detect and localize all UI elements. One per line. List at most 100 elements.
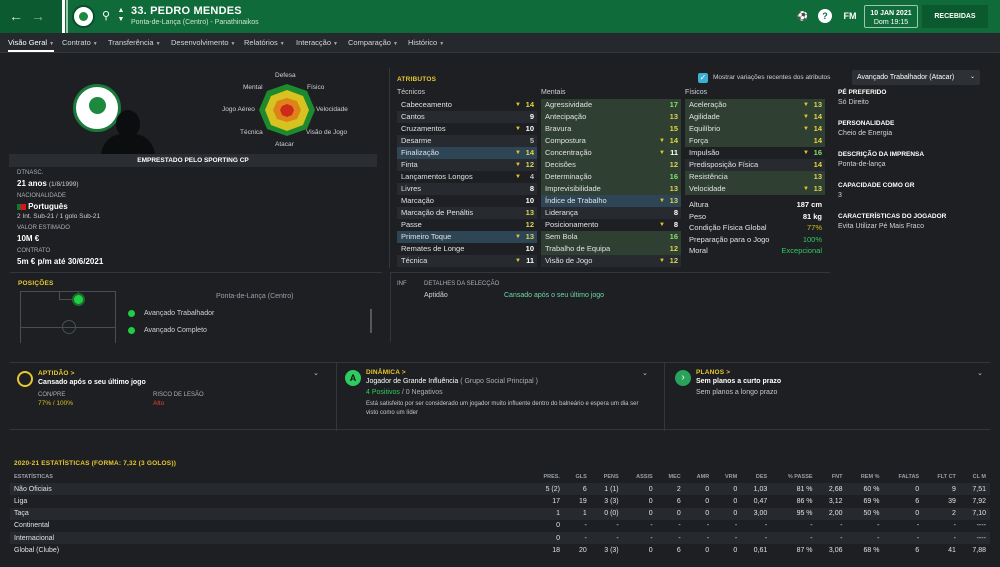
stats-column-header[interactable]: PENS xyxy=(591,471,623,483)
attribute-row[interactable]: Antecipação 13 xyxy=(541,111,681,123)
chevron-down-icon[interactable]: ⌄ xyxy=(642,369,648,377)
attribute-row[interactable]: Bravura 15 xyxy=(541,123,681,135)
role-name[interactable]: Avançado Trabalhador xyxy=(144,310,214,317)
attribute-row[interactable]: Passe 12 xyxy=(397,219,537,231)
stats-row[interactable]: Continental 0- - - - - - - - - - - - ---- xyxy=(10,520,990,532)
attribute-row[interactable]: Lançamentos Longos ▼ 4 xyxy=(397,171,537,183)
attribute-name: Antecipação xyxy=(545,112,587,121)
chevron-down-icon[interactable]: ⌄ xyxy=(977,369,983,377)
nationality-row[interactable]: Português xyxy=(17,202,68,211)
attribute-row[interactable]: Desarme 5 xyxy=(397,135,537,147)
tab-contract[interactable]: Contrato ▼ xyxy=(62,38,98,47)
attribute-row[interactable]: Compostura ▼ 14 xyxy=(541,135,681,147)
stats-column-header[interactable]: FLT CT xyxy=(923,471,960,483)
attribute-row[interactable]: Livres 8 xyxy=(397,183,537,195)
attribute-row[interactable]: Cantos 9 xyxy=(397,111,537,123)
attribute-row[interactable]: Índice de Trabalho ▼ 13 xyxy=(541,195,681,207)
scrollbar[interactable] xyxy=(370,309,372,333)
football-icon[interactable]: ⚽ xyxy=(796,9,810,23)
stats-column-header[interactable]: ASSIS xyxy=(623,471,657,483)
stats-column-header[interactable]: CL M xyxy=(960,471,990,483)
stats-column-header[interactable]: AMR xyxy=(685,471,713,483)
attribute-row[interactable]: Técnica ▼ 11 xyxy=(397,255,537,267)
show-changes-checkbox[interactable]: ✓ xyxy=(698,73,708,83)
attribute-row[interactable]: Remates de Longe 10 xyxy=(397,243,537,255)
chevron-down-icon[interactable]: ⌄ xyxy=(313,369,319,377)
attribute-row[interactable]: Concentração ▼ 11 xyxy=(541,147,681,159)
fitness-title[interactable]: APTIDÃO > xyxy=(38,370,75,377)
stats-column-header[interactable]: FNT xyxy=(817,471,847,483)
attribute-row[interactable]: Sem Bola 16 xyxy=(541,231,681,243)
attribute-row[interactable]: Cruzamentos ▼ 10 xyxy=(397,123,537,135)
attribute-row[interactable]: Cabeceamento ▼ 14 xyxy=(397,99,537,111)
tab-interaction[interactable]: Interacção ▼ xyxy=(296,38,338,47)
stats-column-header[interactable]: DES xyxy=(741,471,771,483)
attribute-row[interactable]: Imprevisibilidade 13 xyxy=(541,183,681,195)
fitness-text: Cansado após o seu último jogo xyxy=(38,379,146,386)
attribute-row[interactable]: Liderança 8 xyxy=(541,207,681,219)
stats-column-header[interactable]: REM % xyxy=(847,471,884,483)
nav-area: ← → xyxy=(0,0,62,33)
dynamics-card[interactable]: A DINÂMICA > Jogador de Grande Influênci… xyxy=(336,363,656,431)
attribute-row[interactable]: Finalização ▼ 14 xyxy=(397,147,537,159)
tab-comparison[interactable]: Comparação ▼ xyxy=(348,38,398,47)
attribute-row[interactable]: Decisões 12 xyxy=(541,159,681,171)
stats-column-header[interactable]: VRM xyxy=(713,471,741,483)
stats-row[interactable]: Não Oficiais 5 (2) 6 1 (1) 0 2 0 0 1,03 81 % 2,68 6… xyxy=(10,483,990,496)
club-badge-icon[interactable] xyxy=(72,5,95,28)
attribute-row[interactable]: Finta ▼ 12 xyxy=(397,159,537,171)
attribute-row[interactable]: Marcação de Penáltis 13 xyxy=(397,207,537,219)
tab-history[interactable]: Histórico ▼ xyxy=(408,38,444,47)
pitch-diagram[interactable] xyxy=(20,291,116,343)
attribute-row[interactable]: Predisposição Física 14 xyxy=(685,159,825,171)
tab-overview[interactable]: Visão Geral ▼ xyxy=(8,38,55,52)
player-position-club[interactable]: Ponta-de-Lança (Centro) - Panathinaikos xyxy=(131,19,259,26)
attribute-row[interactable]: Agilidade ▼ 14 xyxy=(685,111,825,123)
inbox-button[interactable]: RECEBIDAS xyxy=(922,5,988,28)
stats-cell: 0 xyxy=(648,497,653,505)
stats-column-header[interactable]: PRES. xyxy=(530,471,564,483)
back-arrow-icon[interactable]: ← xyxy=(8,8,24,24)
tab-transfer[interactable]: Transferência ▼ xyxy=(108,38,161,47)
plans-title[interactable]: PLANOS > xyxy=(696,369,730,376)
attribute-row[interactable]: Trabalho de Equipa 12 xyxy=(541,243,681,255)
fitness-card[interactable]: APTIDÃO > Cansado após o seu último jogo… xyxy=(10,363,328,431)
fm-menu-button[interactable]: FM xyxy=(840,6,860,26)
tab-reports[interactable]: Relatórios ▼ xyxy=(244,38,285,47)
stats-column-header[interactable]: GLS xyxy=(564,471,591,483)
stats-column-header[interactable]: MEC xyxy=(657,471,685,483)
plans-card[interactable]: › PLANOS > Sem planos a curto prazo Sem … xyxy=(664,363,990,431)
help-icon[interactable]: ? xyxy=(818,9,832,23)
attribute-row[interactable]: Resistência 13 xyxy=(685,171,825,183)
attribute-row[interactable]: Determinação 16 xyxy=(541,171,681,183)
stats-row[interactable]: Liga 17 19 3 (3) 0 6 0 0 0,47 86 % 3,12 69 % 6 39 7,92 xyxy=(10,495,990,507)
stats-column-header[interactable]: % PASSE xyxy=(771,471,816,483)
role-select[interactable]: Avançado Trabalhador (Atacar) ⌄ xyxy=(852,70,980,85)
date-continue-button[interactable]: 10 JAN 2021 Dom 19:15 xyxy=(864,5,918,28)
long-term-plan: Sem planos a longo prazo xyxy=(696,389,778,396)
attribute-row[interactable]: Primeiro Toque ▼ 13 xyxy=(397,231,537,243)
stats-row[interactable]: Taça 1 1 0 (0) 0 0 0 0 3,00 95 % 2,00 50 % 0 2 7,10 xyxy=(10,507,990,520)
attribute-name: Compostura xyxy=(545,136,586,145)
search-icon[interactable]: ⚲ xyxy=(102,9,114,22)
attribute-row[interactable]: Posicionamento ▼ 8 xyxy=(541,219,681,231)
attribute-row[interactable]: Marcação 10 xyxy=(397,195,537,207)
stats-row[interactable]: Internacional 0- - - - - - - - - - - - ---- xyxy=(10,531,990,545)
stats-column-header[interactable]: ESTATÍSTICAS xyxy=(10,471,530,483)
attribute-row[interactable]: Força 14 xyxy=(685,135,825,147)
attribute-value: 16 xyxy=(669,232,678,241)
attribute-row[interactable]: Aceleração ▼ 13 xyxy=(685,99,825,111)
dynamics-title[interactable]: DINÂMICA > xyxy=(366,369,406,376)
forward-arrow-icon[interactable]: → xyxy=(30,8,46,24)
attribute-row[interactable]: Equilíbrio ▼ 14 xyxy=(685,123,825,135)
attribute-row[interactable]: Visão de Jogo ▼ 12 xyxy=(541,255,681,267)
injury-risk-label: RISCO DE LESÃO xyxy=(153,392,204,398)
attribute-row[interactable]: Agressividade 17 xyxy=(541,99,681,111)
stats-column-header[interactable]: FALTAS xyxy=(883,471,923,483)
stats-row[interactable]: Global (Clube) 18 20 3 (3) 0 6 0 0 0,61 87 % 3,06 6… xyxy=(10,544,990,556)
tab-development[interactable]: Desenvolvimento ▼ xyxy=(171,38,235,47)
player-switch-arrows-icon[interactable]: ▲ ▼ xyxy=(117,6,125,26)
role-name[interactable]: Avançado Completo xyxy=(144,327,207,334)
attribute-row[interactable]: Impulsão ▼ 16 xyxy=(685,147,825,159)
attribute-row[interactable]: Velocidade ▼ 13 xyxy=(685,183,825,195)
